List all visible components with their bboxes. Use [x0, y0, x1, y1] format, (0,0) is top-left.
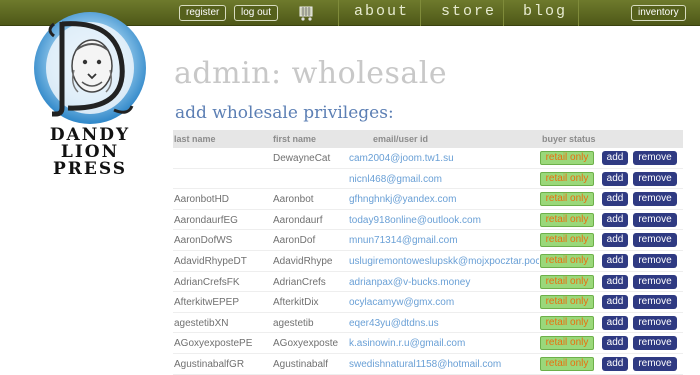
table-row: AgustinabalfGR Agustinabalf swedishnatural…: [173, 354, 683, 375]
add-button[interactable]: add: [602, 315, 628, 330]
first-name-cell: Agustinabalf: [273, 358, 329, 370]
logo-wordmark: DANDY LION PRESS: [30, 127, 150, 178]
add-button[interactable]: add: [602, 151, 628, 165]
add-button[interactable]: add: [602, 336, 628, 351]
remove-button[interactable]: remove: [633, 295, 677, 310]
remove-button[interactable]: remove: [633, 151, 677, 165]
table-row: nicnl468@gmail.com retail only add remove: [173, 169, 683, 190]
table-row: DewayneCat cam2004@joom.tw1.su retail only…: [173, 148, 683, 169]
remove-button[interactable]: remove: [633, 274, 677, 289]
register-button[interactable]: register: [179, 5, 227, 21]
table-row: AGoxyexpostePE AGoxyexposte k.asinowin.r.u…: [173, 333, 683, 354]
table-row: AaronDofWS AaronDof mnun71314@gmail.com ret…: [173, 230, 683, 251]
buyer-status-badge[interactable]: retail only: [540, 151, 594, 165]
email-link[interactable]: cam2004@joom.tw1.su: [349, 153, 539, 164]
nav-divider: [420, 0, 421, 26]
first-name-cell: Aarondaurf: [273, 214, 323, 226]
wholesale-table: last name first name email/user id buyer…: [173, 130, 683, 375]
last-name-cell: AdrianCrefsFK: [174, 276, 240, 288]
email-link[interactable]: mnun71314@gmail.com: [349, 235, 539, 246]
last-name-cell: AarondaurfEG: [174, 214, 238, 226]
email-link[interactable]: adrianpax@v-bucks.money: [349, 277, 539, 288]
last-name-cell: AfterkitwEPEP: [174, 297, 240, 309]
remove-button[interactable]: remove: [633, 253, 677, 268]
table-row: AdavidRhypeDT AdavidRhype uslugiremontowes…: [173, 251, 683, 272]
add-button[interactable]: add: [602, 171, 628, 186]
remove-button[interactable]: remove: [633, 212, 677, 227]
nav-divider: [503, 0, 504, 26]
inventory-button[interactable]: inventory: [631, 5, 686, 21]
first-name-cell: AfterkitDix: [273, 297, 319, 309]
remove-button[interactable]: remove: [633, 171, 677, 186]
email-link[interactable]: gfhnghnkj@yandex.com: [349, 194, 539, 205]
email-link[interactable]: nicnl468@gmail.com: [349, 174, 539, 185]
remove-button[interactable]: remove: [633, 336, 677, 351]
email-link[interactable]: today918online@outlook.com: [349, 215, 539, 226]
nav-store-link[interactable]: store: [441, 3, 496, 20]
add-button[interactable]: add: [602, 253, 628, 268]
buyer-status-badge[interactable]: retail only: [540, 253, 594, 268]
email-link[interactable]: k.asinowin.r.u@gmail.com: [349, 338, 539, 349]
last-name-cell: AdavidRhypeDT: [174, 255, 247, 267]
table-row: AarondaurfEG Aarondaurf today918online@out…: [173, 210, 683, 231]
table-header: last name first name email/user id buyer…: [173, 130, 683, 148]
logo-line-press: PRESS: [52, 159, 128, 179]
email-link[interactable]: ocylacamyw@gmx.com: [349, 297, 539, 308]
add-button[interactable]: add: [602, 192, 628, 207]
shopping-cart-icon[interactable]: [298, 4, 314, 22]
buyer-status-badge[interactable]: retail only: [540, 274, 594, 289]
last-name-cell: AaronbotHD: [174, 194, 230, 206]
page-title: admin: wholesale: [174, 56, 448, 91]
header-first-name: first name: [273, 134, 317, 144]
add-button[interactable]: add: [602, 295, 628, 310]
header-email: email/user id: [373, 134, 429, 144]
nav-blog-link[interactable]: blog: [523, 3, 567, 20]
first-name-cell: AGoxyexposte: [273, 338, 339, 350]
first-name-cell: AaronDof: [273, 235, 316, 247]
last-name-cell: AGoxyexpostePE: [174, 338, 253, 350]
table-row: AdrianCrefsFK AdrianCrefs adrianpax@v-buck…: [173, 272, 683, 293]
first-name-cell: agestetib: [273, 317, 314, 329]
add-button[interactable]: add: [602, 212, 628, 227]
dandy-lion-logo[interactable]: [32, 10, 148, 130]
table-row: AfterkitwEPEP AfterkitDix ocylacamyw@gmx.c…: [173, 292, 683, 313]
first-name-cell: AdrianCrefs: [273, 276, 326, 288]
last-name-cell: AgustinabalfGR: [174, 358, 245, 370]
section-title: add wholesale privileges:: [175, 103, 394, 123]
logout-button[interactable]: log out: [234, 5, 279, 21]
buyer-status-badge[interactable]: retail only: [540, 315, 594, 330]
email-link[interactable]: swedishnatural1158@hotmail.com: [349, 359, 539, 370]
header-buyer-status: buyer status: [542, 134, 596, 144]
nav-about-link[interactable]: about: [354, 3, 409, 20]
add-button[interactable]: add: [602, 233, 628, 248]
first-name-cell: DewayneCat: [273, 153, 331, 164]
first-name-cell: AdavidRhype: [273, 255, 333, 267]
buyer-status-badge[interactable]: retail only: [540, 233, 594, 248]
nav-divider: [578, 0, 579, 26]
remove-button[interactable]: remove: [633, 192, 677, 207]
nav-divider: [338, 0, 339, 26]
first-name-cell: Aaronbot: [273, 194, 314, 206]
table-body: DewayneCat cam2004@joom.tw1.su retail only…: [173, 148, 683, 375]
buyer-status-badge[interactable]: retail only: [540, 171, 594, 186]
last-name-cell: AaronDofWS: [174, 235, 233, 247]
header-last-name: last name: [174, 134, 216, 144]
buyer-status-badge[interactable]: retail only: [540, 295, 594, 310]
add-button[interactable]: add: [602, 274, 628, 289]
remove-button[interactable]: remove: [633, 233, 677, 248]
table-row: agestetibXN agestetib eqer43yu@dtdns.us ret…: [173, 313, 683, 334]
email-link[interactable]: uslugiremontoweslupskk@mojxpocztar.poczt: [349, 256, 539, 267]
remove-button[interactable]: remove: [633, 315, 677, 330]
last-name-cell: agestetibXN: [174, 317, 229, 329]
email-link[interactable]: eqer43yu@dtdns.us: [349, 318, 539, 329]
buyer-status-badge[interactable]: retail only: [540, 212, 594, 227]
table-row: AaronbotHD Aaronbot gfhnghnkj@yandex.com re…: [173, 189, 683, 210]
buyer-status-badge[interactable]: retail only: [540, 192, 594, 207]
buyer-status-badge[interactable]: retail only: [540, 336, 594, 351]
